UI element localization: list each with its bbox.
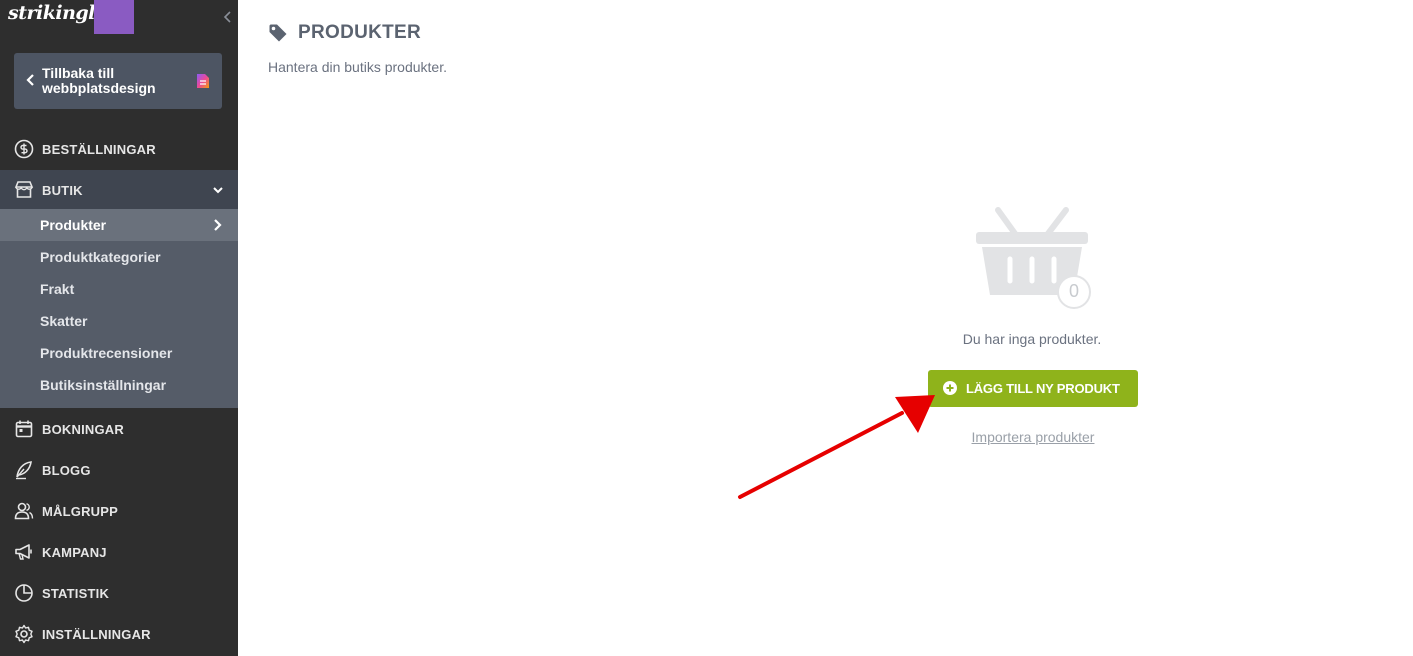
submenu-label: Produkter (40, 217, 107, 233)
nav-label: KAMPANJ (42, 545, 107, 560)
chevron-down-icon (212, 183, 224, 201)
submenu-item-product-categories[interactable]: Produktkategorier (0, 241, 238, 273)
page-subtitle: Hantera din butiks produkter. (268, 59, 447, 75)
submenu-item-shipping[interactable]: Frakt (0, 273, 238, 305)
calendar-icon (14, 419, 34, 439)
submenu-item-products[interactable]: Produkter (0, 209, 238, 241)
nav-label: BLOGG (42, 463, 91, 478)
nav-label: MÅLGRUPP (42, 504, 118, 519)
product-count-badge: 0 (1068, 281, 1079, 301)
back-to-site-design-button[interactable]: Tillbaka till webbplatsdesign (14, 53, 222, 109)
nav-item-settings[interactable]: INSTÄLLNINGAR (0, 614, 238, 655)
empty-basket-icon: 0 (974, 205, 1094, 310)
nav-label: INSTÄLLNINGAR (42, 627, 151, 642)
submenu-item-product-reviews[interactable]: Produktrecensioner (0, 337, 238, 369)
chevron-right-icon (212, 218, 222, 237)
document-icon (196, 73, 210, 94)
nav-label: STATISTIK (42, 586, 110, 601)
submenu-item-store-settings[interactable]: Butiksinställningar (0, 369, 238, 401)
submenu-label: Butiksinställningar (40, 377, 167, 393)
annotation-arrow (738, 395, 935, 499)
users-icon (14, 501, 34, 521)
submenu-label: Skatter (40, 313, 88, 329)
nav-label: BOKNINGAR (42, 422, 124, 437)
store-submenu: Produkter Produktkategorier Frakt Skatte… (0, 209, 238, 408)
back-button-label: Tillbaka till webbplatsdesign (42, 65, 156, 96)
add-new-product-button[interactable]: LÄGG TILL NY PRODUKT (928, 370, 1138, 407)
import-products-link[interactable]: Importera produkter (933, 429, 1133, 445)
quill-icon (14, 460, 34, 480)
nav-label: BESTÄLLNINGAR (42, 142, 156, 157)
gear-icon (14, 624, 34, 644)
nav-item-orders[interactable]: BESTÄLLNINGAR (0, 129, 238, 170)
submenu-label: Produktrecensioner (40, 345, 173, 361)
nav-label: BUTIK (42, 183, 83, 198)
nav-item-audience[interactable]: MÅLGRUPP (0, 491, 238, 532)
collapse-sidebar-icon[interactable] (222, 9, 234, 25)
submenu-item-taxes[interactable]: Skatter (0, 305, 238, 337)
megaphone-icon (14, 542, 34, 562)
chevron-left-icon (26, 73, 36, 92)
nav-item-store[interactable]: BUTIK (0, 170, 238, 211)
logo-row: strikingly (0, 0, 238, 36)
pie-chart-icon (14, 583, 34, 603)
site-thumbnail (94, 0, 134, 34)
page-title: PRODUKTER (298, 22, 422, 43)
store-icon (14, 180, 34, 200)
add-button-label: LÄGG TILL NY PRODUKT (966, 381, 1120, 396)
strikingly-logo[interactable]: strikingly (8, 2, 106, 24)
submenu-label: Frakt (40, 281, 75, 297)
empty-state-message: Du har inga produkter. (962, 331, 1102, 347)
nav-item-blog[interactable]: BLOGG (0, 450, 238, 491)
nav-item-bookings[interactable]: BOKNINGAR (0, 409, 238, 450)
plus-circle-icon (943, 381, 957, 400)
submenu-label: Produktkategorier (40, 249, 161, 265)
nav-item-statistics[interactable]: STATISTIK (0, 573, 238, 614)
sidebar: strikingly Tillbaka till webbplatsdesign… (0, 0, 238, 656)
dollar-circle-icon (14, 139, 34, 159)
tag-icon (268, 23, 288, 48)
nav-item-campaign[interactable]: KAMPANJ (0, 532, 238, 573)
